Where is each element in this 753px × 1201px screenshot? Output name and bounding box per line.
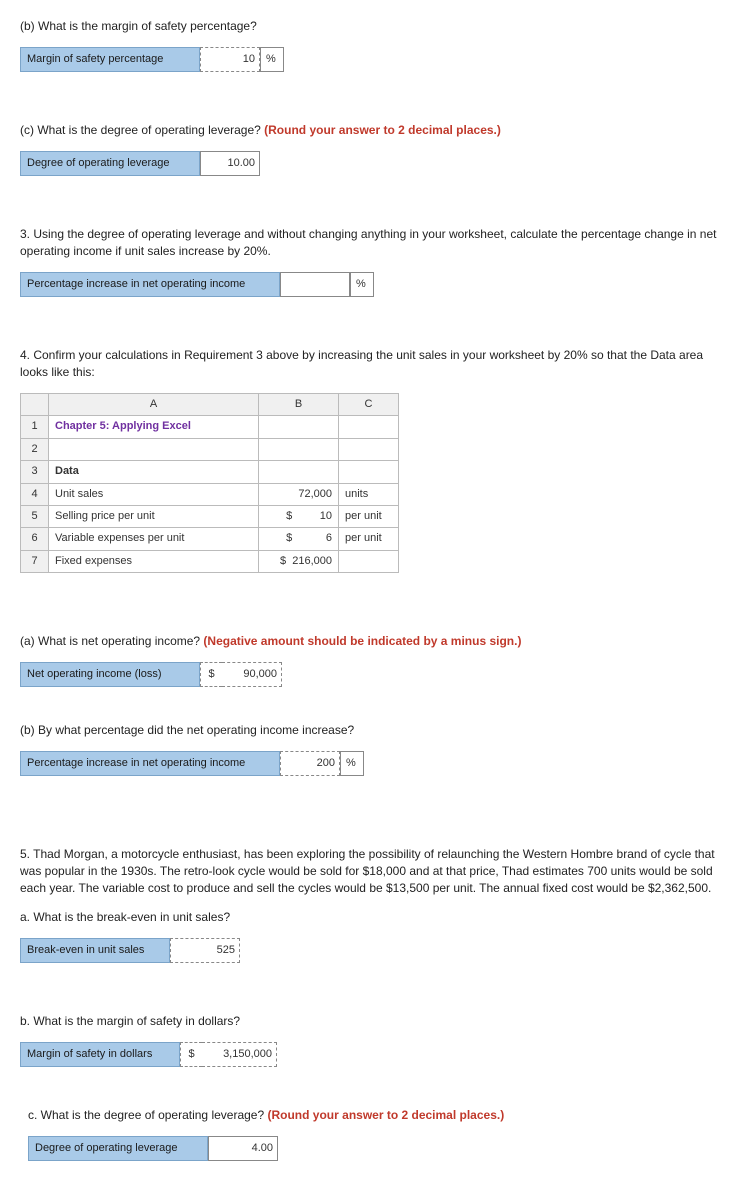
row-number: 7: [21, 550, 49, 572]
rounding-hint: (Round your answer to 2 decimal places.): [267, 1108, 504, 1122]
unit-sales-label: Unit sales: [49, 483, 259, 505]
data-header-cell: Data: [49, 461, 259, 483]
question-5c: c. What is the degree of operating lever…: [28, 1107, 733, 1161]
question-4a-answer-row: Net operating income (loss) $ 90,000: [20, 662, 733, 687]
question-c-answer-row: Degree of operating leverage 10.00: [20, 151, 733, 176]
pct-increase-noi-input[interactable]: [280, 272, 350, 297]
operating-leverage-label: Degree of operating leverage: [20, 151, 200, 176]
question-4a-text: (a) What is net operating income?: [20, 634, 203, 648]
margin-safety-dollars-label: Margin of safety in dollars: [20, 1042, 180, 1067]
noi-label: Net operating income (loss): [20, 662, 200, 687]
pct-increase-noi-label-2: Percentage increase in net operating inc…: [20, 751, 280, 776]
table-row: 7 Fixed expenses $ 216,000: [21, 550, 399, 572]
question-5b: b. What is the margin of safety in dolla…: [20, 1013, 733, 1067]
unit-sales-value: 72,000: [259, 483, 339, 505]
table-row: 3 Data: [21, 461, 399, 483]
dollar-prefix: $: [180, 1042, 202, 1067]
breakeven-input[interactable]: 525: [170, 938, 240, 963]
table-header-row: A B C: [21, 393, 399, 415]
row-number: 2: [21, 438, 49, 460]
question-5a-answer-row: Break-even in unit sales 525: [20, 938, 733, 963]
question-c-text: (c) What is the degree of operating leve…: [20, 123, 264, 137]
question-3: 3. Using the degree of operating leverag…: [20, 226, 733, 297]
col-c-header: C: [339, 393, 399, 415]
cell: [339, 438, 399, 460]
corner-cell: [21, 393, 49, 415]
question-b-prompt: (b) What is the margin of safety percent…: [20, 18, 733, 35]
var-expenses-label: Variable expenses per unit: [49, 528, 259, 550]
question-c: (c) What is the degree of operating leve…: [20, 122, 733, 176]
percent-unit: %: [340, 751, 364, 776]
percent-unit: %: [260, 47, 284, 72]
question-4b-prompt: (b) By what percentage did the net opera…: [20, 722, 733, 739]
breakeven-label: Break-even in unit sales: [20, 938, 170, 963]
question-5c-text: c. What is the degree of operating lever…: [28, 1108, 267, 1122]
margin-safety-pct-label: Margin of safety percentage: [20, 47, 200, 72]
noi-input[interactable]: 90,000: [222, 662, 282, 687]
excel-data-table: A B C 1 Chapter 5: Applying Excel 2 3 Da…: [20, 393, 399, 573]
col-a-header: A: [49, 393, 259, 415]
chapter-title-cell: Chapter 5: Applying Excel: [49, 416, 259, 438]
question-4a: (a) What is net operating income? (Negat…: [20, 633, 733, 687]
fixed-expenses-label: Fixed expenses: [49, 550, 259, 572]
col-b-header: B: [259, 393, 339, 415]
row-number: 4: [21, 483, 49, 505]
var-expenses-unit: per unit: [339, 528, 399, 550]
table-row: 2: [21, 438, 399, 460]
question-c-prompt: (c) What is the degree of operating leve…: [20, 122, 733, 139]
question-b-answer-row: Margin of safety percentage 10 %: [20, 47, 733, 72]
cell: [339, 461, 399, 483]
selling-price-value: $ 10: [259, 505, 339, 527]
question-4-prompt: 4. Confirm your calculations in Requirem…: [20, 347, 733, 381]
table-row: 1 Chapter 5: Applying Excel: [21, 416, 399, 438]
row-number: 6: [21, 528, 49, 550]
question-5c-prompt: c. What is the degree of operating lever…: [28, 1107, 733, 1124]
operating-leverage-input-2[interactable]: 4.00: [208, 1136, 278, 1161]
question-5: 5. Thad Morgan, a motorcycle enthusiast,…: [20, 846, 733, 963]
cell: [259, 416, 339, 438]
question-5-intro: 5. Thad Morgan, a motorcycle enthusiast,…: [20, 846, 733, 896]
table-row: 6 Variable expenses per unit $ 6 per uni…: [21, 528, 399, 550]
unit-sales-unit: units: [339, 483, 399, 505]
fixed-expenses-value: $ 216,000: [259, 550, 339, 572]
margin-safety-pct-input[interactable]: 10: [200, 47, 260, 72]
question-5a-prompt: a. What is the break-even in unit sales?: [20, 909, 733, 926]
negative-hint: (Negative amount should be indicated by …: [203, 634, 521, 648]
cell: [339, 416, 399, 438]
table-row: 5 Selling price per unit $ 10 per unit: [21, 505, 399, 527]
row-number: 3: [21, 461, 49, 483]
rounding-hint: (Round your answer to 2 decimal places.): [264, 123, 501, 137]
row-number: 1: [21, 416, 49, 438]
question-4: 4. Confirm your calculations in Requirem…: [20, 347, 733, 573]
question-5b-prompt: b. What is the margin of safety in dolla…: [20, 1013, 733, 1030]
question-3-prompt: 3. Using the degree of operating leverag…: [20, 226, 733, 260]
question-5b-answer-row: Margin of safety in dollars $ 3,150,000: [20, 1042, 733, 1067]
margin-safety-dollars-input[interactable]: 3,150,000: [202, 1042, 277, 1067]
operating-leverage-label-2: Degree of operating leverage: [28, 1136, 208, 1161]
question-4a-prompt: (a) What is net operating income? (Negat…: [20, 633, 733, 650]
cell: [259, 438, 339, 460]
row-number: 5: [21, 505, 49, 527]
var-expenses-value: $ 6: [259, 528, 339, 550]
percent-unit: %: [350, 272, 374, 297]
question-b: (b) What is the margin of safety percent…: [20, 18, 733, 72]
question-4b-answer-row: Percentage increase in net operating inc…: [20, 751, 733, 776]
cell: [259, 461, 339, 483]
cell: [49, 438, 259, 460]
pct-increase-noi-input-2[interactable]: 200: [280, 751, 340, 776]
dollar-prefix: $: [200, 662, 222, 687]
selling-price-unit: per unit: [339, 505, 399, 527]
question-5c-answer-row: Degree of operating leverage 4.00: [28, 1136, 733, 1161]
table-row: 4 Unit sales 72,000 units: [21, 483, 399, 505]
pct-increase-noi-label: Percentage increase in net operating inc…: [20, 272, 280, 297]
fixed-expenses-unit: [339, 550, 399, 572]
operating-leverage-input[interactable]: 10.00: [200, 151, 260, 176]
question-4b: (b) By what percentage did the net opera…: [20, 722, 733, 776]
question-3-answer-row: Percentage increase in net operating inc…: [20, 272, 733, 297]
selling-price-label: Selling price per unit: [49, 505, 259, 527]
